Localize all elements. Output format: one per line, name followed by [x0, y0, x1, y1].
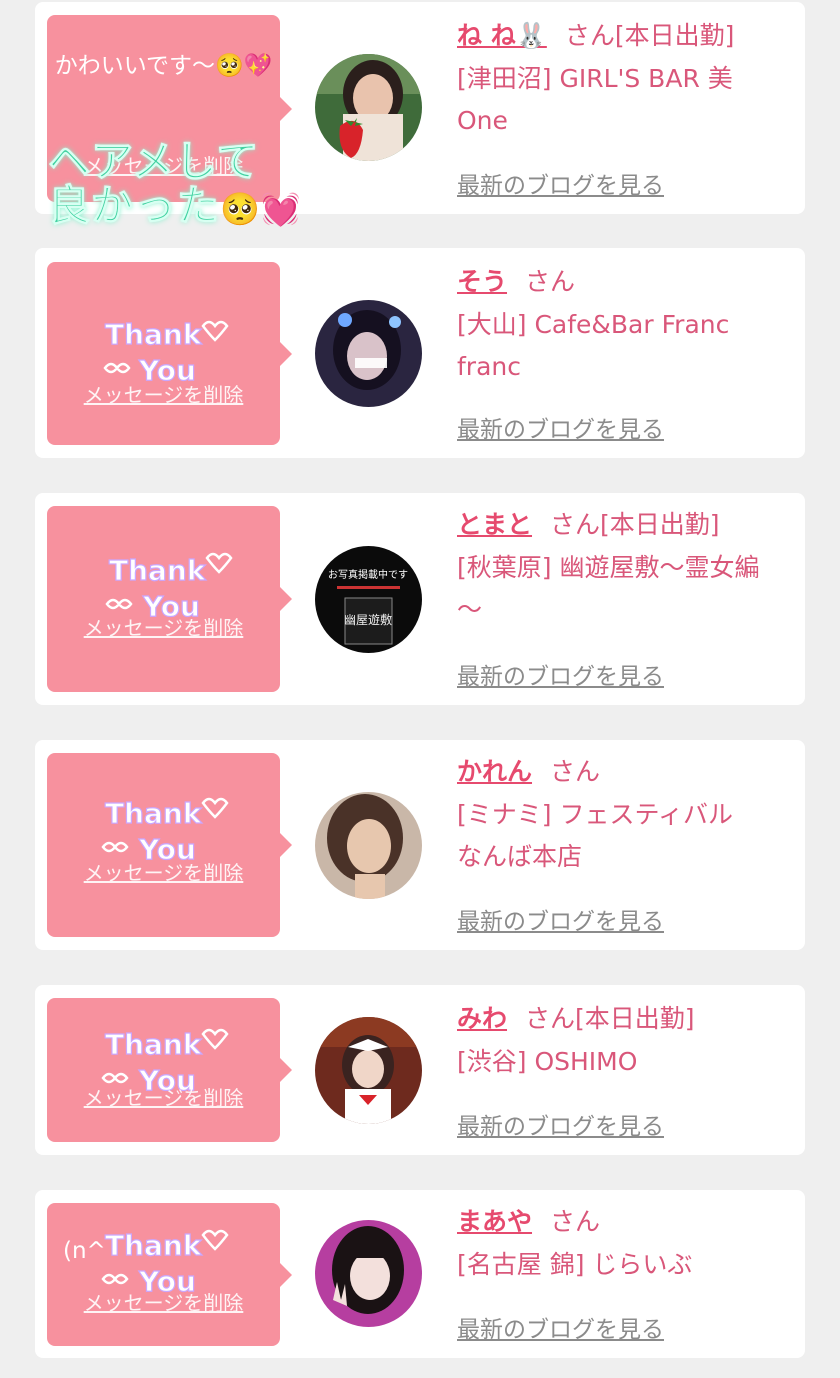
cast-name-line: まあや さん [457, 1204, 797, 1240]
cast-avatar[interactable] [315, 54, 422, 161]
honorific-status: さん [550, 1207, 601, 1236]
delete-message-link[interactable]: メッセージを削除 [47, 857, 280, 886]
shop-name[interactable]: [渋谷] OSHIMO [457, 1041, 797, 1083]
honorific-status: さん[本日出勤] [550, 510, 720, 539]
message-text: かわいいです〜🥺💖 [54, 53, 273, 79]
cast-avatar[interactable]: お写真掲載中です 幽屋遊敷 [315, 546, 422, 653]
message-card: Thank You メッセージを削除 みわ さん[本日出勤] [渋谷] OSHIM… [35, 985, 805, 1155]
shop-name[interactable]: [大山] Cafe&Bar Franc franc [457, 304, 797, 388]
stamp-text-line-1: Thank [105, 1028, 203, 1061]
latest-blog-link[interactable]: 最新のブログを見る [457, 1310, 664, 1344]
latest-blog-link[interactable]: 最新のブログを見る [457, 902, 664, 936]
stamp-text-line-1: Thank [105, 797, 203, 830]
shop-line-1: [秋葉原] 幽遊屋敷〜霊女編 [457, 553, 760, 582]
cast-name-link[interactable]: みわ [457, 1004, 507, 1033]
stamp-text-line-1: Thank [105, 318, 203, 351]
honorific-status: さん[本日出勤] [525, 1004, 695, 1033]
delete-message-link[interactable]: メッセージを削除 [47, 379, 280, 408]
message-bubble: Thank You メッセージを削除 [47, 998, 292, 1142]
cast-info: そう さん [大山] Cafe&Bar Franc franc [457, 264, 797, 388]
shop-name[interactable]: [津田沼] GIRL'S BAR 美 One [457, 58, 797, 142]
shop-line-1: [名古屋 錦] じらいぶ [457, 1250, 693, 1279]
shop-line-1: [ミナミ] フェスティバル [457, 800, 733, 829]
cast-name-link[interactable]: まあや [457, 1207, 532, 1236]
overlay-emoji: 🥺💓 [220, 190, 302, 228]
maid-photo-icon [315, 1017, 422, 1124]
cast-name-link[interactable]: かれん [457, 757, 532, 786]
latest-blog-link[interactable]: 最新のブログを見る [457, 1107, 664, 1141]
shop-line-1: [津田沼] GIRL'S BAR 美 [457, 64, 733, 93]
message-card: Thank You メッセージを削除 そう さん [大山] Cafe&Bar Fr… [35, 248, 805, 458]
overlay-line-1: ヘアメして [48, 137, 260, 186]
shop-line-1: [大山] Cafe&Bar Franc [457, 310, 730, 339]
overlay-line-2-text: 良かった [47, 181, 221, 230]
cast-name-line: そう さん [457, 264, 797, 300]
cast-info: かれん さん [ミナミ] フェスティバル なんば本店 [457, 754, 797, 878]
cast-name-line: とまと さん[本日出勤] [457, 507, 797, 543]
delete-message-link[interactable]: メッセージを削除 [47, 1287, 280, 1316]
latest-blog-link[interactable]: 最新のブログを見る [457, 410, 664, 444]
overlay-line-2: 良かった🥺💓 [47, 181, 302, 231]
shop-line-2: なんば本店 [457, 842, 583, 871]
cast-info: まあや さん [名古屋 錦] じらいぶ [457, 1204, 797, 1286]
stamp-text-line-1: Thank [109, 554, 207, 587]
cast-info: ね ね🐰 さん[本日出勤] [津田沼] GIRL'S BAR 美 One [457, 18, 797, 142]
honorific-status: さん [550, 757, 601, 786]
strawberry-photo-icon [315, 54, 422, 161]
latest-blog-link[interactable]: 最新のブログを見る [457, 657, 664, 691]
shop-name[interactable]: [秋葉原] 幽遊屋敷〜霊女編 〜 [457, 547, 797, 631]
cast-info: みわ さん[本日出勤] [渋谷] OSHIMO [457, 1001, 797, 1083]
shop-line-1: [渋谷] OSHIMO [457, 1047, 638, 1076]
cast-info: とまと さん[本日出勤] [秋葉原] 幽遊屋敷〜霊女編 〜 [457, 507, 797, 631]
cast-name-line: みわ さん[本日出勤] [457, 1001, 797, 1037]
message-bubble: (n^ Thank You メッセージを削除 [47, 1203, 292, 1346]
delete-message-link[interactable]: メッセージを削除 [47, 612, 280, 641]
message-bubble: Thank You メッセージを削除 [47, 506, 292, 692]
cast-avatar[interactable] [315, 1017, 422, 1124]
delete-message-link[interactable]: メッセージを削除 [47, 1082, 280, 1111]
shop-line-2: 〜 [457, 595, 483, 624]
message-text: (n^ [63, 1238, 106, 1264]
cast-avatar[interactable] [315, 1220, 422, 1327]
cast-avatar[interactable] [315, 300, 422, 407]
girl-photo-icon [315, 300, 422, 407]
shop-sign-icon: お写真掲載中です 幽屋遊敷 [315, 546, 422, 653]
message-bubble: Thank You メッセージを削除 [47, 753, 292, 937]
girl-photo-icon [315, 792, 422, 899]
overlay-sticker-text: ヘアメして 良かった🥺💓 [47, 137, 302, 231]
honorific-status: さん[本日出勤] [564, 21, 735, 50]
latest-blog-link[interactable]: 最新のブログを見る [457, 166, 664, 200]
shop-line-2: franc [457, 352, 521, 381]
cast-name-link[interactable]: とまと [457, 510, 532, 539]
message-bubble: Thank You メッセージを削除 [47, 262, 292, 445]
avatar-sign-main-text: 幽屋遊敷 [344, 612, 392, 627]
shop-name[interactable]: [名古屋 錦] じらいぶ [457, 1244, 797, 1286]
message-card: Thank You メッセージを削除 お写真掲載中です 幽屋遊敷 とまと さん[本… [35, 493, 805, 705]
honorific-status: さん [525, 267, 576, 296]
cast-name-line: ね ね🐰 さん[本日出勤] [457, 18, 797, 54]
cast-avatar[interactable] [315, 792, 422, 899]
cast-name-link[interactable]: そう [457, 267, 507, 296]
message-card: Thank You メッセージを削除 かれん さん [ミナミ] フェスティバル な… [35, 740, 805, 950]
shop-line-2: One [457, 106, 508, 135]
girl-peace-photo-icon [315, 1220, 422, 1327]
avatar-sign-top-text: お写真掲載中です [328, 568, 408, 581]
message-card: (n^ Thank You メッセージを削除 まあや さん [名古屋 錦] じらい… [35, 1190, 805, 1358]
cast-name-link[interactable]: ね ね🐰 [457, 21, 547, 50]
cast-name-line: かれん さん [457, 754, 797, 790]
shop-name[interactable]: [ミナミ] フェスティバル なんば本店 [457, 794, 797, 878]
